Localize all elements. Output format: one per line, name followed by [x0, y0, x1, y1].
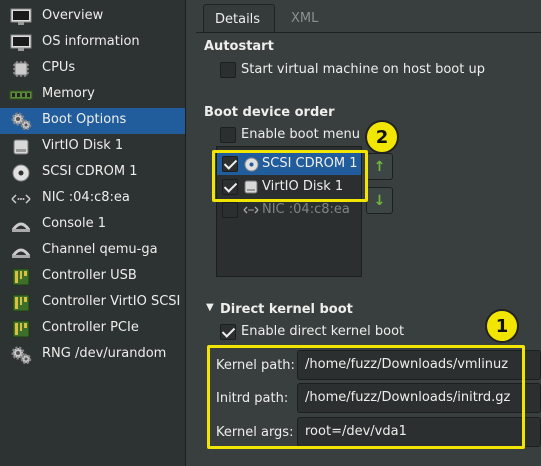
sidebar-item-console[interactable]: Console 1 [0, 212, 185, 238]
sidebar-item-rng[interactable]: RNG /dev/urandom [0, 342, 185, 368]
sidebar-item-scsi-cdrom[interactable]: SCSI CDROM 1 [0, 160, 185, 186]
boot-device-checkbox[interactable] [222, 179, 238, 195]
kernel-args-label: Kernel args: [216, 425, 294, 440]
sidebar-item-channel[interactable]: Channel qemu-ga [0, 238, 185, 264]
gears-icon [9, 345, 33, 365]
sidebar-item-label: Overview [42, 8, 104, 23]
memory-icon [9, 85, 33, 105]
sidebar-item-os-information[interactable]: OS information [0, 30, 185, 56]
sidebar-item-label: CPUs [42, 60, 76, 75]
disk-icon [243, 179, 259, 195]
initrd-path-input[interactable]: /home/fuzz/Downloads/initrd.gz [297, 383, 541, 413]
sidebar-item-memory[interactable]: Memory [0, 82, 185, 108]
channel-icon [9, 241, 33, 261]
sidebar-item-cpus[interactable]: CPUs [0, 56, 185, 82]
boot-device-checkbox[interactable] [222, 202, 238, 218]
annotation-badge-2: 2 [365, 120, 399, 154]
kernel-boot-checkbox[interactable] [220, 324, 236, 340]
boot-device-row[interactable]: NIC :04:c8:ea [217, 199, 361, 221]
expander-triangle-icon[interactable]: ▼ [206, 302, 214, 313]
sidebar-item-controller-pcie[interactable]: Controller PCIe [0, 316, 185, 342]
annotation-badge-1: 1 [485, 309, 519, 343]
tab-xml[interactable]: XML [280, 4, 329, 33]
disk-icon [9, 137, 33, 157]
autostart-checkbox[interactable] [220, 62, 236, 78]
move-up-button[interactable]: ↑ [366, 153, 393, 180]
sidebar-item-label: Controller USB [42, 268, 137, 283]
arrow-down-icon: ↓ [373, 192, 386, 209]
autostart-title: Autostart [204, 39, 274, 54]
sidebar-item-label: OS information [42, 34, 140, 49]
cdrom-icon [9, 163, 33, 183]
boot-menu-checkbox[interactable] [220, 127, 236, 143]
controller-icon [9, 267, 33, 287]
network-icon [243, 202, 259, 218]
kernel-boot-title[interactable]: Direct kernel boot [220, 302, 353, 317]
sidebar-item-label: Controller VirtIO SCSI [42, 294, 181, 309]
autostart-label: Start virtual machine on host boot up [241, 62, 485, 77]
boot-device-label: NIC :04:c8:ea [262, 202, 350, 217]
sidebar-item-nic[interactable]: NIC :04:c8:ea [0, 186, 185, 212]
sidebar-item-overview[interactable]: Overview [0, 4, 185, 30]
gears-icon [9, 111, 33, 131]
kernel-boot-label: Enable direct kernel boot [241, 324, 405, 339]
sidebar: Overview OS information CPUs Memory Boot… [0, 0, 186, 466]
kernel-path-input[interactable]: /home/fuzz/Downloads/vmlinuz [297, 350, 541, 380]
initrd-path-label: Initrd path: [216, 391, 289, 406]
sidebar-item-label: RNG /dev/urandom [42, 346, 167, 361]
kernel-args-input[interactable]: root=/dev/vda1 [297, 417, 541, 447]
boot-device-label: VirtIO Disk 1 [262, 179, 344, 194]
sidebar-item-label: SCSI CDROM 1 [42, 164, 138, 179]
tab-details[interactable]: Details [203, 4, 275, 33]
boot-device-list: SCSI CDROM 1 VirtIO Disk 1 NIC :04:c8:ea [216, 146, 362, 277]
boot-device-row[interactable]: SCSI CDROM 1 [217, 153, 361, 175]
console-icon [9, 215, 33, 235]
boot-device-checkbox[interactable] [222, 156, 238, 172]
sidebar-item-label: VirtIO Disk 1 [42, 138, 124, 153]
boot-order-title: Boot device order [204, 105, 335, 120]
cpu-chip-icon [9, 59, 33, 79]
boot-device-label: SCSI CDROM 1 [262, 156, 358, 171]
sidebar-item-controller-usb[interactable]: Controller USB [0, 264, 185, 290]
boot-device-row[interactable]: VirtIO Disk 1 [217, 176, 361, 198]
sidebar-item-label: NIC :04:c8:ea [42, 190, 130, 205]
network-icon [9, 189, 33, 209]
sidebar-item-label: Memory [42, 86, 95, 101]
controller-icon [9, 293, 33, 313]
sidebar-item-label: Boot Options [42, 112, 127, 127]
kernel-path-label: Kernel path: [216, 358, 295, 373]
arrow-up-icon: ↑ [373, 158, 386, 175]
sidebar-item-label: Channel qemu-ga [42, 242, 158, 257]
boot-menu-label: Enable boot menu [241, 127, 360, 142]
tab-divider [196, 32, 541, 33]
sidebar-item-label: Console 1 [42, 216, 107, 231]
move-down-button[interactable]: ↓ [366, 187, 393, 214]
monitor-icon [9, 7, 33, 27]
sidebar-item-label: Controller PCIe [42, 320, 139, 335]
monitor-icon [9, 33, 33, 53]
sidebar-item-controller-virtio-scsi[interactable]: Controller VirtIO SCSI [0, 290, 185, 316]
sidebar-item-boot-options[interactable]: Boot Options [0, 108, 185, 134]
sidebar-item-virtio-disk[interactable]: VirtIO Disk 1 [0, 134, 185, 160]
cdrom-icon [243, 156, 259, 172]
details-panel: Details XML Autostart Start virtual mach… [186, 0, 541, 466]
controller-icon [9, 319, 33, 339]
